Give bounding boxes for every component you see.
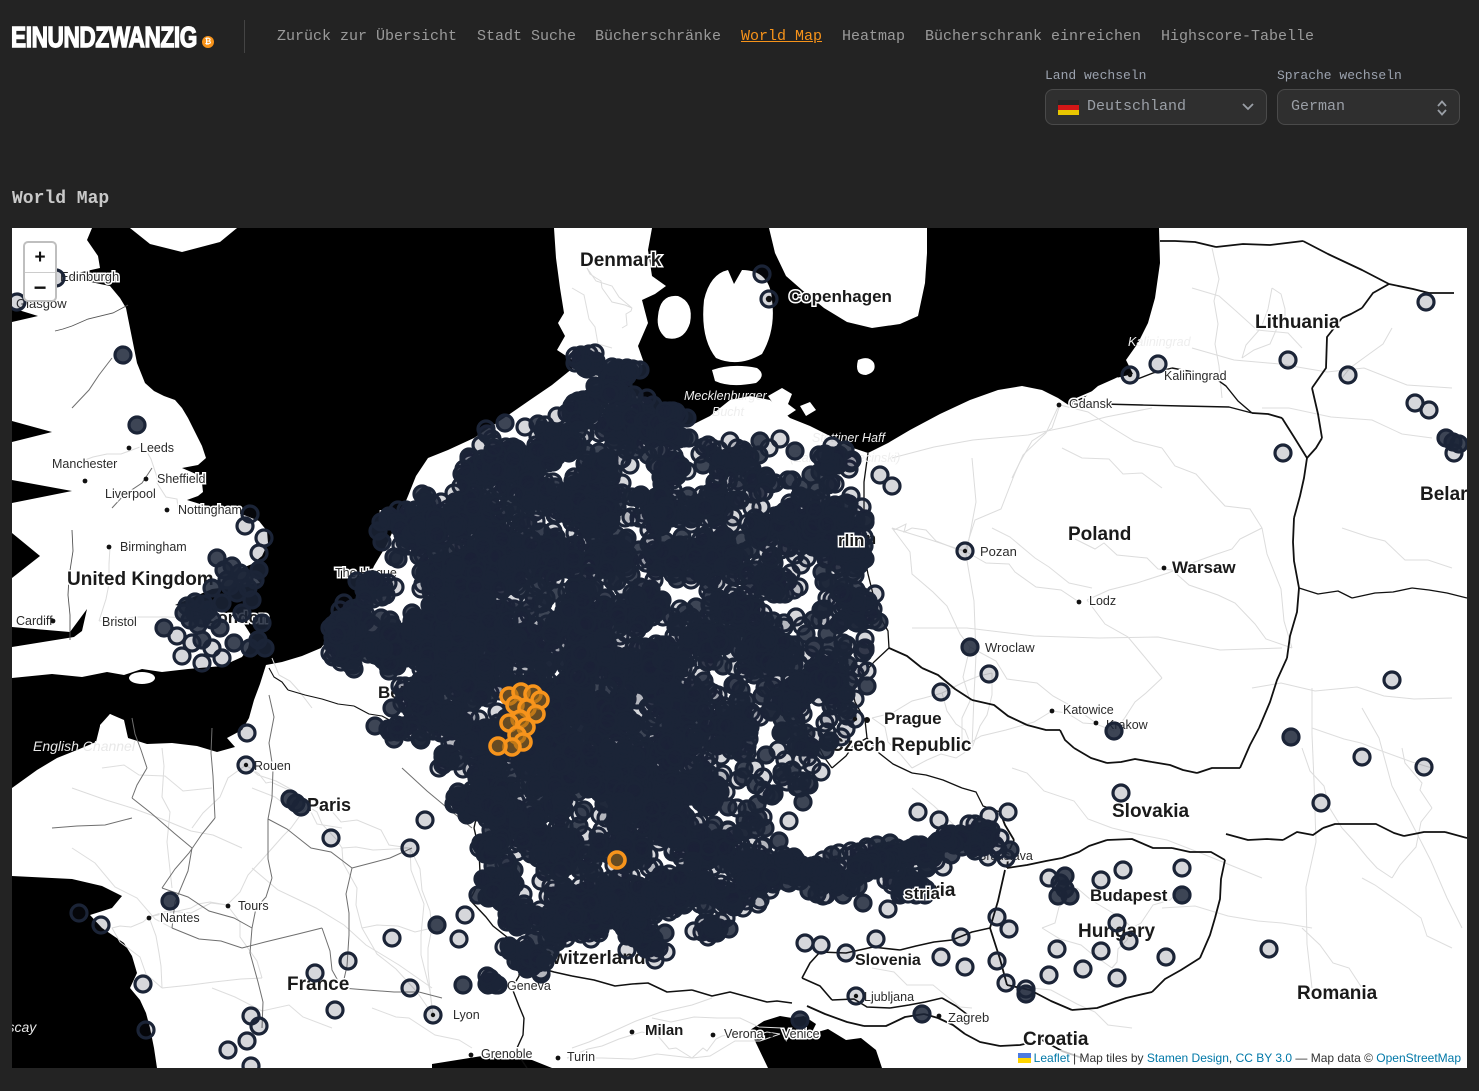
- svg-text:Belarus: Belarus: [1420, 484, 1467, 505]
- svg-text:Cardiff: Cardiff: [16, 614, 53, 628]
- svg-text:Lodz: Lodz: [1089, 594, 1116, 608]
- svg-text:Bristol: Bristol: [102, 615, 137, 629]
- svg-text:English Channel: English Channel: [33, 738, 136, 754]
- svg-text:Ljubljana: Ljubljana: [864, 990, 914, 1004]
- svg-text:Pozan: Pozan: [980, 544, 1017, 559]
- svg-text:rlin: rlin: [838, 531, 864, 550]
- svg-text:Kaliningrad: Kaliningrad: [1164, 369, 1227, 383]
- svg-text:Slovenia: Slovenia: [855, 952, 921, 969]
- svg-text:Katowice: Katowice: [1063, 703, 1114, 717]
- svg-text:Biscay: Biscay: [12, 1019, 37, 1035]
- svg-text:Birmingham: Birmingham: [120, 540, 187, 554]
- svg-text:Kaliningrad: Kaliningrad: [1128, 335, 1192, 349]
- svg-text:Leeds: Leeds: [140, 441, 174, 455]
- svg-text:Turin: Turin: [567, 1050, 595, 1064]
- svg-text:Czech Republic: Czech Republic: [830, 735, 972, 756]
- svg-text:Prague: Prague: [884, 709, 942, 728]
- svg-text:Copenhagen: Copenhagen: [789, 287, 892, 306]
- svg-text:Warsaw: Warsaw: [1172, 558, 1236, 577]
- svg-text:Liverpool: Liverpool: [105, 487, 156, 501]
- svg-text:Mecklenburger: Mecklenburger: [684, 389, 768, 403]
- svg-text:Romania: Romania: [1297, 983, 1378, 1004]
- svg-text:Slovakia: Slovakia: [1112, 801, 1190, 822]
- svg-text:Zagreb: Zagreb: [948, 1010, 989, 1025]
- svg-text:Nottingham: Nottingham: [178, 503, 242, 517]
- svg-text:Sheffield: Sheffield: [157, 472, 205, 486]
- svg-text:Rouen: Rouen: [254, 759, 291, 773]
- svg-text:Bucht: Bucht: [712, 405, 744, 419]
- svg-text:Tours: Tours: [238, 899, 269, 913]
- svg-text:Paris: Paris: [307, 795, 351, 815]
- svg-text:Lithuania: Lithuania: [1255, 312, 1340, 333]
- svg-text:Gdansk: Gdansk: [1069, 397, 1113, 411]
- svg-text:Manchester: Manchester: [52, 457, 117, 471]
- svg-text:Edinburgh: Edinburgh: [60, 269, 119, 284]
- svg-text:Nantes: Nantes: [160, 911, 200, 925]
- svg-text:Croatia: Croatia: [1023, 1029, 1089, 1050]
- svg-text:Lyon: Lyon: [453, 1008, 480, 1022]
- svg-text:Milan: Milan: [645, 1022, 683, 1039]
- svg-text:Poland: Poland: [1068, 524, 1131, 545]
- svg-text:Verona: Verona: [724, 1027, 764, 1041]
- svg-text:stria: stria: [904, 884, 940, 903]
- svg-text:Wroclaw: Wroclaw: [985, 640, 1035, 655]
- svg-text:Grenoble: Grenoble: [481, 1047, 532, 1061]
- svg-text:United Kingdom: United Kingdom: [67, 569, 214, 590]
- svg-text:Denmark: Denmark: [580, 250, 662, 271]
